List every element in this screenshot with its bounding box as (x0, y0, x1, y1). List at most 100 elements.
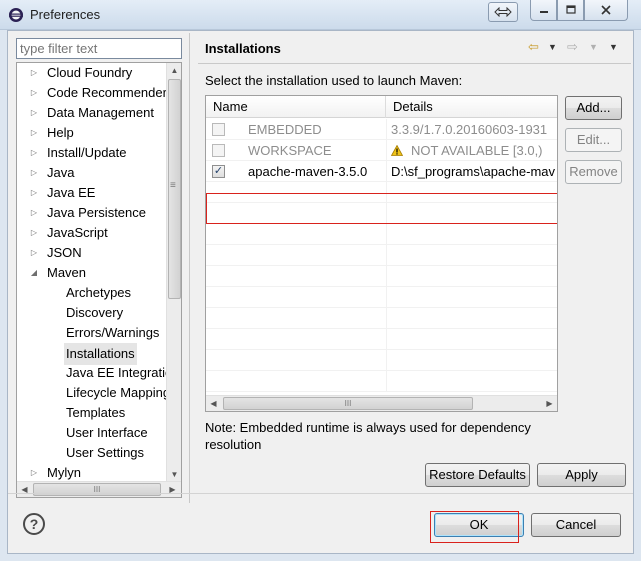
tree-item-label: Help (47, 125, 74, 140)
scroll-right-icon[interactable]: ▶ (165, 482, 180, 497)
pane-divider[interactable] (189, 33, 190, 503)
footer-separator (8, 493, 633, 494)
installation-checkbox[interactable]: ✓ (212, 165, 225, 178)
collapsed-arrow-icon[interactable]: ▷ (29, 63, 39, 83)
tree-hscroll-thumb[interactable]: III (33, 483, 161, 496)
scroll-left-icon[interactable]: ◀ (17, 482, 32, 497)
apply-button[interactable]: Apply (537, 463, 626, 487)
scroll-left-icon[interactable]: ◀ (206, 396, 221, 411)
back-history-dropdown-icon[interactable]: ▼ (548, 42, 557, 58)
title-bar: Preferences (0, 0, 641, 30)
minimize-icon (539, 11, 548, 13)
installation-details: 3.3.9/1.7.0.20160603-1931 (391, 119, 557, 140)
window-title: Preferences (30, 7, 101, 22)
maximize-button[interactable] (557, 0, 584, 21)
tree-item-label: Java (47, 165, 75, 180)
column-separator (386, 119, 387, 140)
installation-checkbox[interactable] (212, 123, 225, 136)
title-separator (198, 63, 631, 64)
remove-button[interactable]: Remove (565, 160, 622, 184)
column-separator (386, 287, 387, 308)
tree-item-label: Templates (66, 405, 126, 420)
tree-vertical-scrollbar[interactable]: ▲ ≡ ▼ (166, 63, 181, 482)
column-separator (386, 371, 387, 392)
tree-item-label: JavaScript (47, 225, 108, 240)
tree-item-label: Lifecycle Mapping (66, 385, 168, 400)
tree-item-label: Java EE (47, 185, 96, 200)
table-row[interactable]: EMBEDDED 3.3.9/1.7.0.20160603-1931 (206, 119, 557, 140)
help-icon[interactable]: ? (23, 513, 45, 535)
scroll-right-icon[interactable]: ▶ (542, 396, 557, 411)
collapsed-arrow-icon[interactable]: ▷ (29, 223, 39, 243)
preference-tree: ▷ Cloud Foundry ▷ Code Recommenders ▷ Data Ma… (16, 62, 182, 498)
eclipse-app-icon (9, 8, 23, 22)
empty-table-row (206, 245, 557, 266)
restore-size-button[interactable] (488, 2, 518, 22)
collapsed-arrow-icon[interactable]: ▷ (29, 123, 39, 143)
preferences-dialog: ▷ Cloud Foundry ▷ Code Recommenders ▷ Data Ma… (7, 30, 634, 554)
annotation-highlight-ok (430, 511, 519, 543)
installation-details: NOT AVAILABLE [3.0,) (391, 140, 557, 161)
add-button[interactable]: Add... (565, 96, 622, 120)
empty-table-row (206, 287, 557, 308)
page-description: Select the installation used to launch M… (205, 73, 463, 88)
tree-item-label: JSON (47, 245, 82, 260)
edit-button[interactable]: Edit... (565, 128, 622, 152)
maximize-icon (565, 5, 576, 14)
filter-input[interactable] (16, 38, 182, 59)
warning-icon (391, 145, 403, 156)
collapsed-arrow-icon[interactable]: ▷ (29, 203, 39, 223)
forward-history-dropdown-icon[interactable]: ▼ (589, 42, 598, 58)
restore-defaults-button[interactable]: Restore Defaults (425, 463, 530, 487)
column-header-name[interactable]: Name (206, 96, 386, 118)
scroll-down-icon[interactable]: ▼ (167, 467, 181, 482)
tree-horizontal-scrollbar[interactable]: ◀ III ▶ (17, 481, 181, 497)
tree-item-label: Cloud Foundry (47, 65, 133, 80)
empty-table-row (206, 308, 557, 329)
empty-table-row (206, 350, 557, 371)
collapsed-arrow-icon[interactable]: ▷ (29, 183, 39, 203)
tree-vscroll-thumb[interactable]: ≡ (168, 79, 181, 299)
view-menu-icon[interactable]: ▼ (609, 42, 618, 58)
table-header: Name Details (206, 96, 557, 118)
tree-item-label: Installations (64, 343, 137, 365)
tree-item-label: Code Recommenders (47, 85, 168, 100)
installation-details-text: D:\sf_programs\apache-mav (391, 164, 556, 179)
scroll-up-icon[interactable]: ▲ (167, 63, 181, 78)
column-separator (386, 245, 387, 266)
column-separator (386, 161, 387, 182)
back-arrow-icon[interactable]: ⇦ (528, 39, 539, 55)
table-hscroll-thumb[interactable]: III (223, 397, 473, 410)
collapsed-arrow-icon[interactable]: ▷ (29, 463, 39, 482)
empty-table-row (206, 224, 557, 245)
expanded-arrow-icon[interactable]: ◢ (29, 263, 39, 283)
minimize-button[interactable] (530, 0, 557, 21)
collapsed-arrow-icon[interactable]: ▷ (29, 83, 39, 103)
installation-details: D:\sf_programs\apache-mav (391, 161, 557, 182)
checkmark-icon: ✓ (213, 165, 224, 177)
column-header-details[interactable]: Details (386, 96, 557, 118)
tree-item-label: User Settings (66, 445, 145, 460)
installation-details-text: 3.3.9/1.7.0.20160603-1931 (391, 122, 548, 137)
tree-item-label: Maven (47, 265, 87, 280)
collapsed-arrow-icon[interactable]: ▷ (29, 163, 39, 183)
column-separator (386, 140, 387, 161)
installation-name: WORKSPACE (248, 143, 332, 158)
table-row[interactable]: WORKSPACE NOT AVAILABLE [3.0,) (206, 140, 557, 161)
grip-icon: ≡ (170, 180, 176, 191)
collapsed-arrow-icon[interactable]: ▷ (29, 143, 39, 163)
double-arrow-icon (494, 7, 512, 17)
installation-checkbox[interactable] (212, 144, 225, 157)
column-separator (386, 329, 387, 350)
empty-table-row (206, 266, 557, 287)
collapsed-arrow-icon[interactable]: ▷ (29, 243, 39, 263)
tree-item-label: Mylyn (47, 465, 81, 480)
annotation-highlight-row (206, 193, 557, 224)
close-window-button[interactable] (584, 0, 628, 21)
cancel-button[interactable]: Cancel (531, 513, 621, 537)
table-row[interactable]: ✓ apache-maven-3.5.0 D:\sf_programs\apache… (206, 161, 557, 182)
forward-arrow-icon[interactable]: ⇨ (567, 39, 578, 55)
collapsed-arrow-icon[interactable]: ▷ (29, 103, 39, 123)
table-horizontal-scrollbar[interactable]: ◀ III ▶ (206, 395, 557, 411)
tree-item-label: Archetypes (66, 285, 132, 300)
